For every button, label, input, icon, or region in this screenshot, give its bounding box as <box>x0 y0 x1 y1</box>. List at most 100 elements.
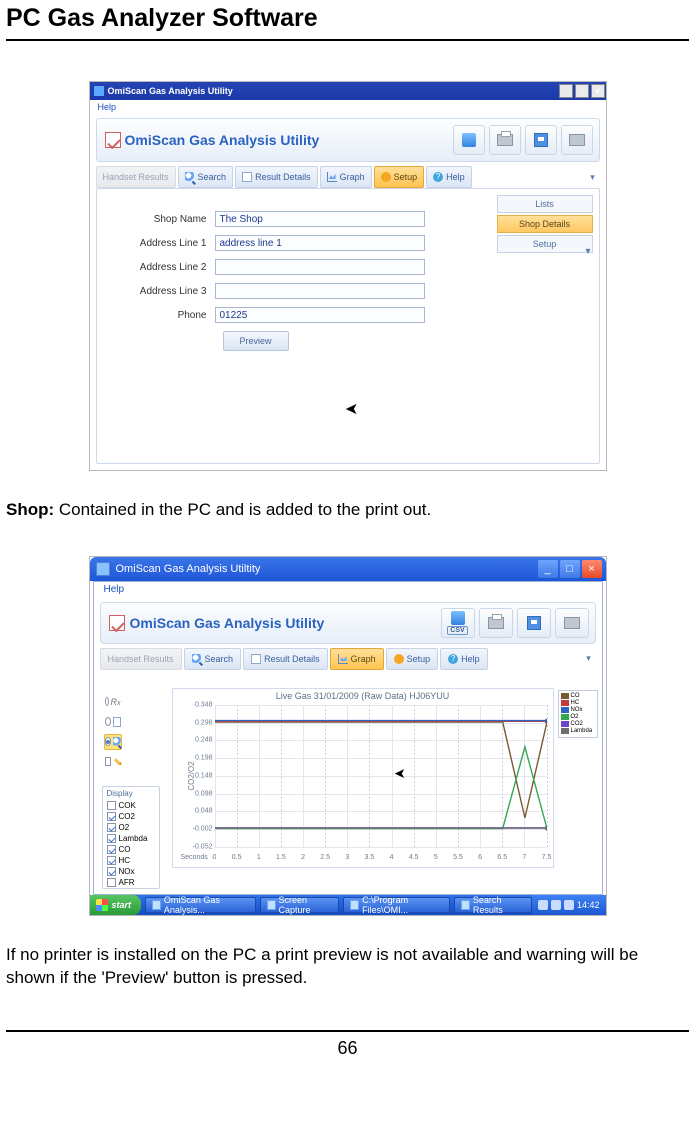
side-overflow[interactable]: ▾ <box>585 246 590 257</box>
tabs-overflow[interactable]: ▾ <box>582 648 596 670</box>
legend-swatch <box>561 728 569 734</box>
addr1-input[interactable] <box>215 235 425 251</box>
page-number: 66 <box>6 1032 689 1059</box>
taskbar-button[interactable]: Screen Capture <box>260 897 340 913</box>
tab-label: Help <box>446 172 465 182</box>
minimize-button[interactable]: _ <box>538 560 558 578</box>
tab-graph[interactable]: Graph <box>330 648 384 670</box>
taskbar-label: C:\Program Files\OMI... <box>362 895 443 915</box>
graph-icon <box>327 172 337 182</box>
taskbar-label: Search Results <box>473 895 525 915</box>
tab-search[interactable]: Search <box>184 648 242 670</box>
tabstrip: Handset Results Search Result Details Gr… <box>100 648 596 670</box>
printer-icon <box>497 134 513 146</box>
x-tick: 7 <box>522 854 526 861</box>
help-icon: ? <box>448 654 458 664</box>
x-tick: 4 <box>390 854 394 861</box>
tab-label: Handset Results <box>108 654 174 664</box>
ribbon-print-button[interactable] <box>561 125 593 155</box>
display-item-nox[interactable]: NOx <box>103 866 159 877</box>
menu-help[interactable]: Help <box>104 584 125 595</box>
taskbar-button[interactable]: C:\Program Files\OMI... <box>343 897 450 913</box>
display-item-cok[interactable]: COK <box>103 800 159 811</box>
tool-doc[interactable] <box>104 714 122 730</box>
legend-swatch <box>561 721 569 727</box>
system-tray[interactable]: 14:42 <box>532 895 606 915</box>
tab-help[interactable]: ?Help <box>426 166 472 188</box>
display-item-lambda[interactable]: Lambda <box>103 833 159 844</box>
checkbox-icon <box>107 812 116 821</box>
ribbon-save-button[interactable] <box>525 125 557 155</box>
ribbon-csv-button[interactable]: CSV <box>441 608 475 638</box>
display-item-o2[interactable]: O2 <box>103 822 159 833</box>
ribbon-csv-button[interactable] <box>453 125 485 155</box>
ribbon-save-button[interactable] <box>517 608 551 638</box>
legend-swatch <box>561 693 569 699</box>
display-item-afr[interactable]: AFR <box>103 877 159 888</box>
addr2-input[interactable] <box>215 259 425 275</box>
checkbox-icon <box>107 845 116 854</box>
x-tick: 3.5 <box>365 854 375 861</box>
taskbar-label: OmiScan Gas Analysis... <box>164 895 249 915</box>
legend-swatch <box>561 700 569 706</box>
start-label: start <box>112 900 132 910</box>
legend-item: O2 <box>561 714 595 720</box>
close-button[interactable]: × <box>591 84 605 98</box>
tool-annotate[interactable] <box>104 754 122 770</box>
search-icon <box>192 654 202 664</box>
cursor-icon: ➤ <box>345 399 358 419</box>
x-tick: 0.5 <box>232 854 242 861</box>
display-item-co2[interactable]: CO2 <box>103 811 159 822</box>
preview-button[interactable]: Preview <box>223 331 289 351</box>
start-button[interactable]: start <box>90 895 142 915</box>
shop-name-input[interactable] <box>215 211 425 227</box>
tab-result-details[interactable]: Result Details <box>243 648 328 670</box>
display-item-label: Lambda <box>119 834 148 843</box>
close-button[interactable]: × <box>582 560 602 578</box>
tab-setup[interactable]: Setup <box>374 166 425 188</box>
tab-help[interactable]: ?Help <box>440 648 488 670</box>
tool-zoom[interactable] <box>104 734 122 750</box>
side-item-shop-details[interactable]: Shop Details <box>497 215 593 233</box>
addr3-input[interactable] <box>215 283 425 299</box>
maximize-button[interactable]: □ <box>575 84 589 98</box>
tab-label: Result Details <box>264 654 320 664</box>
x-tick: 4.5 <box>409 854 419 861</box>
tab-setup[interactable]: Setup <box>386 648 439 670</box>
radio-icon <box>105 697 109 706</box>
graph-icon <box>338 654 348 664</box>
tray-icon <box>551 900 561 910</box>
menu-help[interactable]: Help <box>98 102 117 112</box>
minimize-button[interactable]: _ <box>559 84 573 98</box>
display-item-label: NOx <box>119 867 135 876</box>
taskbar-button[interactable]: Search Results <box>454 897 532 913</box>
phone-input[interactable] <box>215 307 425 323</box>
display-header: Display <box>103 787 159 800</box>
brand-text: OmiScan Gas Analysis Utility <box>125 132 320 148</box>
tab-handset-results[interactable]: Handset Results <box>96 166 176 188</box>
ribbon-print-preview-button[interactable] <box>489 125 521 155</box>
paragraph-shop-text: Contained in the PC and is added to the … <box>59 500 431 519</box>
tab-graph[interactable]: Graph <box>320 166 372 188</box>
tabs-overflow[interactable]: ▾ <box>586 166 600 188</box>
tab-search[interactable]: Search <box>178 166 234 188</box>
x-tick: 1 <box>257 854 261 861</box>
display-item-hc[interactable]: HC <box>103 855 159 866</box>
display-item-co[interactable]: CO <box>103 844 159 855</box>
maximize-button[interactable]: □ <box>560 560 580 578</box>
ribbon-print-preview-button[interactable] <box>479 608 513 638</box>
side-item-lists[interactable]: Lists <box>497 195 593 213</box>
ribbon-print-button[interactable] <box>555 608 589 638</box>
tool-rx[interactable]: Rx <box>104 694 122 710</box>
window-title: OmiScan Gas Analysis Utiltity <box>116 563 261 575</box>
plot-area[interactable]: CO2/O2 0.3480.2980.2480.1980.1480.0980.0… <box>215 705 547 847</box>
taskbar-button[interactable]: OmiScan Gas Analysis... <box>145 897 256 913</box>
legend-label: NOx <box>571 707 583 713</box>
tab-label: Graph <box>351 654 376 664</box>
side-item-setup[interactable]: Setup <box>497 235 593 253</box>
tab-result-details[interactable]: Result Details <box>235 166 318 188</box>
y-tick: 0.298 <box>195 719 213 726</box>
tab-handset-results[interactable]: Handset Results <box>100 648 182 670</box>
addr2-label: Address Line 2 <box>125 262 215 273</box>
tab-label: Search <box>205 654 234 664</box>
